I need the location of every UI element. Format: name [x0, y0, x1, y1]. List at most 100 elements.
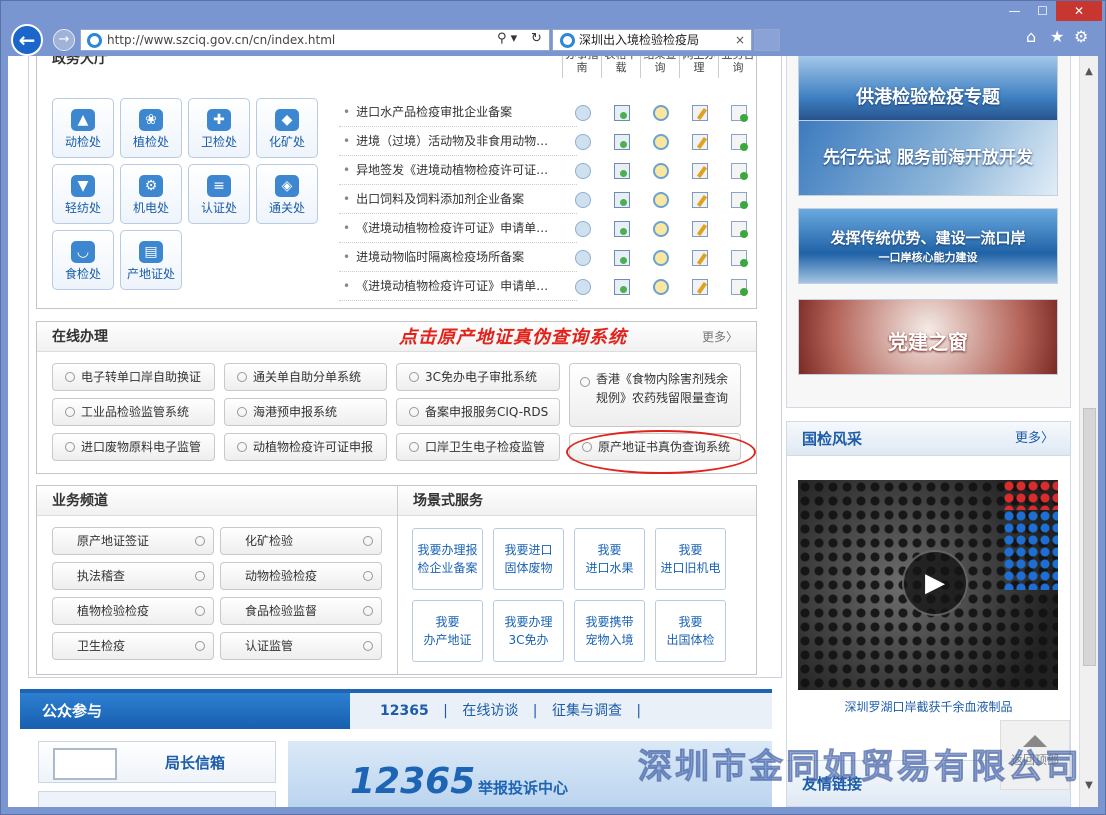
service-link[interactable]: 进境动物临时隔离检疫场所备案	[339, 243, 577, 272]
consult-doc-icon[interactable]	[731, 192, 748, 209]
address-url[interactable]: http://www.szciq.gov.cn/cn/index.html	[107, 30, 335, 50]
result-search-icon[interactable]	[653, 221, 669, 237]
online-system-button[interactable]: 口岸卫生电子检疫监管	[396, 433, 560, 461]
guide-bulb-icon[interactable]	[575, 250, 591, 266]
business-item-button[interactable]: 食品检验监督	[220, 597, 382, 625]
business-item-button[interactable]: 动物检验检疫	[220, 562, 382, 590]
consult-doc-icon[interactable]	[731, 221, 748, 238]
guide-bulb-icon[interactable]	[575, 192, 591, 208]
guide-bulb-icon[interactable]	[575, 279, 591, 295]
business-item-button[interactable]: 卫生检疫	[52, 632, 214, 660]
business-item-button[interactable]: 执法稽查	[52, 562, 214, 590]
dept-textile-button[interactable]: ▼ 轻纺处	[52, 164, 114, 224]
refresh-icon[interactable]: ↻	[531, 31, 542, 46]
close-window-button[interactable]: ✕	[1056, 1, 1102, 21]
scenario-button[interactable]: 我要办理报 检企业备案	[412, 528, 483, 590]
consult-doc-icon[interactable]	[731, 134, 748, 151]
consult-doc-icon[interactable]	[731, 105, 748, 122]
dept-mechanical-button[interactable]: ⚙ 机电处	[120, 164, 182, 224]
banner-qianhai[interactable]: 先行先试 服务前海开放开发	[798, 120, 1058, 196]
forward-arrow-icon[interactable]: →	[53, 29, 75, 51]
result-search-icon[interactable]	[653, 250, 669, 266]
search-dropdown-icon[interactable]: ⚲ ▾	[497, 31, 517, 46]
maximize-button[interactable]: ☐	[1029, 1, 1056, 21]
banner-hk-supply[interactable]: 供港检验检疫专题	[798, 56, 1058, 122]
scroll-up-arrow-icon[interactable]: ▲	[1080, 66, 1098, 77]
online-apply-icon[interactable]	[692, 192, 708, 208]
result-search-icon[interactable]	[653, 134, 669, 150]
consult-doc-icon[interactable]	[731, 279, 748, 296]
tab-12365[interactable]: 12365	[380, 703, 429, 719]
download-form-icon[interactable]	[614, 134, 630, 150]
business-item-button[interactable]: 认证监管	[220, 632, 382, 660]
result-search-icon[interactable]	[653, 163, 669, 179]
dept-animal-button[interactable]: ▲ 动检处	[52, 98, 114, 158]
play-icon[interactable]: ▶	[902, 550, 968, 616]
download-form-icon[interactable]	[614, 279, 630, 295]
news-video[interactable]: ▶	[798, 480, 1058, 690]
dept-origin-button[interactable]: ▤ 产地证处	[120, 230, 182, 290]
online-system-button[interactable]: 工业品检验监管系统	[52, 398, 215, 426]
online-system-button[interactable]: 备案申报服务CIQ-RDS	[396, 398, 560, 426]
result-search-icon[interactable]	[653, 279, 669, 295]
scenario-button[interactable]: 我要 进口旧机电	[655, 528, 726, 590]
tab-survey[interactable]: 征集与调查	[552, 703, 622, 719]
service-link[interactable]: 进境（过境）活动物及非食用动物…	[339, 127, 577, 156]
online-system-button[interactable]: 通关单自助分单系统	[224, 363, 387, 391]
address-bar[interactable]: http://www.szciq.gov.cn/cn/index.html ⚲ …	[80, 29, 550, 51]
service-link[interactable]: 出口饲料及饲料添加剂企业备案	[339, 185, 577, 214]
dept-plant-button[interactable]: ❀ 植检处	[120, 98, 182, 158]
online-apply-icon[interactable]	[692, 134, 708, 150]
online-apply-icon[interactable]	[692, 105, 708, 121]
scrollbar-thumb[interactable]	[1083, 408, 1096, 666]
browser-tab[interactable]: 深圳出入境检验检疫局 ×	[552, 29, 752, 51]
online-apply-icon[interactable]	[692, 250, 708, 266]
news-more-link[interactable]: 更多〉	[1015, 422, 1054, 456]
scenario-button[interactable]: 我要 办产地证	[412, 600, 483, 662]
dept-customs-button[interactable]: ◈ 通关处	[256, 164, 318, 224]
dept-health-button[interactable]: ✚ 卫检处	[188, 98, 250, 158]
dept-certification-button[interactable]: ≡ 认证处	[188, 164, 250, 224]
download-form-icon[interactable]	[614, 250, 630, 266]
guide-bulb-icon[interactable]	[575, 163, 591, 179]
back-arrow-icon[interactable]: ←	[11, 24, 43, 56]
download-form-icon[interactable]	[614, 221, 630, 237]
online-system-button[interactable]: 3C免办电子审批系统	[396, 363, 560, 391]
dept-mineral-button[interactable]: ◆ 化矿处	[256, 98, 318, 158]
online-apply-icon[interactable]	[692, 279, 708, 295]
video-caption[interactable]: 深圳罗湖口岸截获千余血液制品	[787, 698, 1070, 715]
online-system-button[interactable]: 进口废物原料电子监管	[52, 433, 215, 461]
result-search-icon[interactable]	[653, 192, 669, 208]
home-icon[interactable]: ⌂	[1026, 27, 1036, 46]
online-system-button[interactable]: 电子转单口岸自助换证	[52, 363, 215, 391]
scenario-button[interactable]: 我要办理 3C免办	[493, 600, 564, 662]
business-item-button[interactable]: 原产地证签证	[52, 527, 214, 555]
business-item-button[interactable]: 化矿检验	[220, 527, 382, 555]
scenario-button[interactable]: 我要 出国体检	[655, 600, 726, 662]
second-link-box[interactable]	[38, 791, 276, 807]
new-tab-button[interactable]	[754, 29, 780, 51]
online-more-link[interactable]: 更多〉	[702, 322, 738, 352]
scroll-down-arrow-icon[interactable]: ▼	[1080, 780, 1098, 791]
banner-party[interactable]: 党建之窗	[798, 299, 1058, 375]
tab-close-icon[interactable]: ×	[735, 30, 745, 50]
service-link[interactable]: 《进境动植物检疫许可证》申请单…	[339, 214, 577, 243]
service-link[interactable]: 《进境动植物检疫许可证》申请单…	[339, 272, 577, 301]
service-link[interactable]: 异地签发《进境动植物检疫许可证…	[339, 156, 577, 185]
business-item-button[interactable]: 植物检验检疫	[52, 597, 214, 625]
consult-doc-icon[interactable]	[731, 163, 748, 180]
result-search-icon[interactable]	[653, 105, 669, 121]
director-mailbox-link[interactable]: 局长信箱	[38, 741, 276, 783]
download-form-icon[interactable]	[614, 192, 630, 208]
scenario-button[interactable]: 我要携带 宠物入境	[574, 600, 645, 662]
guide-bulb-icon[interactable]	[575, 221, 591, 237]
online-system-button[interactable]: 动植物检疫许可证申报	[224, 433, 387, 461]
scenario-button[interactable]: 我要进口 固体废物	[493, 528, 564, 590]
online-apply-icon[interactable]	[692, 163, 708, 179]
favorites-star-icon[interactable]: ★	[1050, 27, 1064, 46]
minimize-button[interactable]: —	[1000, 1, 1029, 21]
settings-gear-icon[interactable]: ⚙	[1074, 27, 1088, 46]
online-system-button[interactable]: 海港预申报系统	[224, 398, 387, 426]
dept-food-button[interactable]: ◡ 食检处	[52, 230, 114, 290]
hk-pesticide-query-button[interactable]: 香港《食物内除害剂残余 规例》农药残留限量查询	[569, 363, 741, 427]
